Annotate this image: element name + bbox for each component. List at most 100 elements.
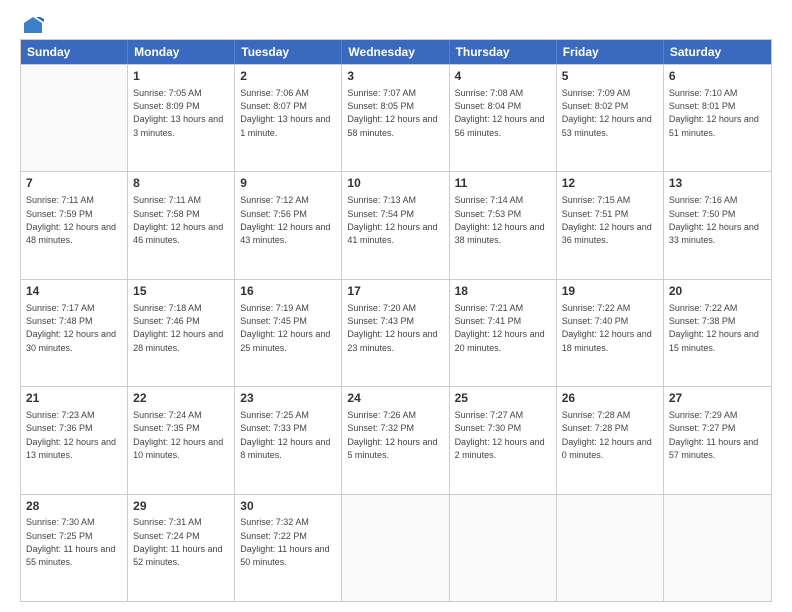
day-number: 13 <box>669 175 766 192</box>
calendar-cell <box>557 495 664 601</box>
calendar-cell: 25 Sunrise: 7:27 AMSunset: 7:30 PMDayligh… <box>450 387 557 493</box>
day-number: 7 <box>26 175 122 192</box>
cell-info: Sunrise: 7:13 AMSunset: 7:54 PMDaylight:… <box>347 195 437 245</box>
weekday-header: Tuesday <box>235 40 342 64</box>
day-number: 29 <box>133 498 229 515</box>
cell-info: Sunrise: 7:07 AMSunset: 8:05 PMDaylight:… <box>347 88 437 138</box>
cell-info: Sunrise: 7:11 AMSunset: 7:58 PMDaylight:… <box>133 195 223 245</box>
weekday-header: Sunday <box>21 40 128 64</box>
cell-info: Sunrise: 7:17 AMSunset: 7:48 PMDaylight:… <box>26 303 116 353</box>
calendar-cell: 17 Sunrise: 7:20 AMSunset: 7:43 PMDayligh… <box>342 280 449 386</box>
day-number: 28 <box>26 498 122 515</box>
day-number: 15 <box>133 283 229 300</box>
calendar-cell: 8Sunrise: 7:11 AMSunset: 7:58 PMDaylight… <box>128 172 235 278</box>
cell-info: Sunrise: 7:28 AMSunset: 7:28 PMDaylight:… <box>562 410 652 460</box>
cell-info: Sunrise: 7:11 AMSunset: 7:59 PMDaylight:… <box>26 195 116 245</box>
calendar-cell: 13 Sunrise: 7:16 AMSunset: 7:50 PMDayligh… <box>664 172 771 278</box>
calendar-cell: 19 Sunrise: 7:22 AMSunset: 7:40 PMDayligh… <box>557 280 664 386</box>
calendar-cell: 27 Sunrise: 7:29 AMSunset: 7:27 PMDayligh… <box>664 387 771 493</box>
cell-info: Sunrise: 7:14 AMSunset: 7:53 PMDaylight:… <box>455 195 545 245</box>
calendar-row: 21Sunrise: 7:23 AMSunset: 7:36 PMDayligh… <box>21 386 771 493</box>
day-number: 30 <box>240 498 336 515</box>
calendar-cell: 3 Sunrise: 7:07 AMSunset: 8:05 PMDaylight… <box>342 65 449 171</box>
day-number: 12 <box>562 175 658 192</box>
day-number: 25 <box>455 390 551 407</box>
calendar-cell <box>342 495 449 601</box>
calendar-cell: 16 Sunrise: 7:19 AMSunset: 7:45 PMDayligh… <box>235 280 342 386</box>
cell-info: Sunrise: 7:18 AMSunset: 7:46 PMDaylight:… <box>133 303 223 353</box>
calendar-cell: 6 Sunrise: 7:10 AMSunset: 8:01 PMDaylight… <box>664 65 771 171</box>
weekday-header: Thursday <box>450 40 557 64</box>
calendar-cell: 12 Sunrise: 7:15 AMSunset: 7:51 PMDayligh… <box>557 172 664 278</box>
cell-info: Sunrise: 7:08 AMSunset: 8:04 PMDaylight:… <box>455 88 545 138</box>
calendar-cell: 14 Sunrise: 7:17 AMSunset: 7:48 PMDayligh… <box>21 280 128 386</box>
weekday-header: Saturday <box>664 40 771 64</box>
day-number: 6 <box>669 68 766 85</box>
day-number: 19 <box>562 283 658 300</box>
calendar-cell: 4 Sunrise: 7:08 AMSunset: 8:04 PMDaylight… <box>450 65 557 171</box>
calendar-cell: 10Sunrise: 7:13 AMSunset: 7:54 PMDayligh… <box>342 172 449 278</box>
calendar-cell: 7 Sunrise: 7:11 AMSunset: 7:59 PMDaylight… <box>21 172 128 278</box>
weekday-header: Monday <box>128 40 235 64</box>
cell-info: Sunrise: 7:10 AMSunset: 8:01 PMDaylight:… <box>669 88 759 138</box>
cell-info: Sunrise: 7:16 AMSunset: 7:50 PMDaylight:… <box>669 195 759 245</box>
day-number: 27 <box>669 390 766 407</box>
calendar-body: 1Sunrise: 7:05 AMSunset: 8:09 PMDaylight… <box>21 64 771 601</box>
header <box>20 15 772 29</box>
cell-info: Sunrise: 7:15 AMSunset: 7:51 PMDaylight:… <box>562 195 652 245</box>
calendar-cell: 2 Sunrise: 7:06 AMSunset: 8:07 PMDaylight… <box>235 65 342 171</box>
cell-info: Sunrise: 7:24 AMSunset: 7:35 PMDaylight:… <box>133 410 223 460</box>
page: SundayMondayTuesdayWednesdayThursdayFrid… <box>0 0 792 612</box>
calendar-cell <box>664 495 771 601</box>
calendar-cell: 23Sunrise: 7:25 AMSunset: 7:33 PMDayligh… <box>235 387 342 493</box>
calendar-cell: 30 Sunrise: 7:32 AMSunset: 7:22 PMDayligh… <box>235 495 342 601</box>
cell-info: Sunrise: 7:06 AMSunset: 8:07 PMDaylight:… <box>240 88 330 138</box>
weekday-header: Friday <box>557 40 664 64</box>
cell-info: Sunrise: 7:32 AMSunset: 7:22 PMDaylight:… <box>240 517 329 567</box>
calendar-row: 1Sunrise: 7:05 AMSunset: 8:09 PMDaylight… <box>21 64 771 171</box>
cell-info: Sunrise: 7:21 AMSunset: 7:41 PMDaylight:… <box>455 303 545 353</box>
logo-icon <box>22 15 44 37</box>
cell-info: Sunrise: 7:12 AMSunset: 7:56 PMDaylight:… <box>240 195 330 245</box>
cell-info: Sunrise: 7:20 AMSunset: 7:43 PMDaylight:… <box>347 303 437 353</box>
day-number: 24 <box>347 390 443 407</box>
cell-info: Sunrise: 7:30 AMSunset: 7:25 PMDaylight:… <box>26 517 115 567</box>
calendar-row: 7 Sunrise: 7:11 AMSunset: 7:59 PMDaylight… <box>21 171 771 278</box>
day-number: 22 <box>133 390 229 407</box>
calendar-cell: 20 Sunrise: 7:22 AMSunset: 7:38 PMDayligh… <box>664 280 771 386</box>
calendar-cell: 5 Sunrise: 7:09 AMSunset: 8:02 PMDaylight… <box>557 65 664 171</box>
cell-info: Sunrise: 7:27 AMSunset: 7:30 PMDaylight:… <box>455 410 545 460</box>
cell-info: Sunrise: 7:19 AMSunset: 7:45 PMDaylight:… <box>240 303 330 353</box>
cell-info: Sunrise: 7:05 AMSunset: 8:09 PMDaylight:… <box>133 88 223 138</box>
cell-info: Sunrise: 7:09 AMSunset: 8:02 PMDaylight:… <box>562 88 652 138</box>
cell-info: Sunrise: 7:31 AMSunset: 7:24 PMDaylight:… <box>133 517 222 567</box>
day-number: 18 <box>455 283 551 300</box>
day-number: 20 <box>669 283 766 300</box>
calendar-cell: 24 Sunrise: 7:26 AMSunset: 7:32 PMDayligh… <box>342 387 449 493</box>
calendar-cell: 18 Sunrise: 7:21 AMSunset: 7:41 PMDayligh… <box>450 280 557 386</box>
cell-info: Sunrise: 7:26 AMSunset: 7:32 PMDaylight:… <box>347 410 437 460</box>
day-number: 17 <box>347 283 443 300</box>
calendar-cell <box>21 65 128 171</box>
day-number: 3 <box>347 68 443 85</box>
day-number: 9 <box>240 175 336 192</box>
cell-info: Sunrise: 7:25 AMSunset: 7:33 PMDaylight:… <box>240 410 330 460</box>
calendar-cell: 22 Sunrise: 7:24 AMSunset: 7:35 PMDayligh… <box>128 387 235 493</box>
calendar: SundayMondayTuesdayWednesdayThursdayFrid… <box>20 39 772 602</box>
cell-info: Sunrise: 7:22 AMSunset: 7:40 PMDaylight:… <box>562 303 652 353</box>
day-number: 4 <box>455 68 551 85</box>
calendar-row: 14 Sunrise: 7:17 AMSunset: 7:48 PMDayligh… <box>21 279 771 386</box>
cell-info: Sunrise: 7:23 AMSunset: 7:36 PMDaylight:… <box>26 410 116 460</box>
day-number: 16 <box>240 283 336 300</box>
cell-info: Sunrise: 7:22 AMSunset: 7:38 PMDaylight:… <box>669 303 759 353</box>
weekday-header: Wednesday <box>342 40 449 64</box>
cell-info: Sunrise: 7:29 AMSunset: 7:27 PMDaylight:… <box>669 410 758 460</box>
calendar-row: 28 Sunrise: 7:30 AMSunset: 7:25 PMDayligh… <box>21 494 771 601</box>
calendar-cell: 9 Sunrise: 7:12 AMSunset: 7:56 PMDaylight… <box>235 172 342 278</box>
day-number: 11 <box>455 175 551 192</box>
day-number: 5 <box>562 68 658 85</box>
day-number: 2 <box>240 68 336 85</box>
day-number: 14 <box>26 283 122 300</box>
calendar-cell: 26 Sunrise: 7:28 AMSunset: 7:28 PMDayligh… <box>557 387 664 493</box>
day-number: 26 <box>562 390 658 407</box>
